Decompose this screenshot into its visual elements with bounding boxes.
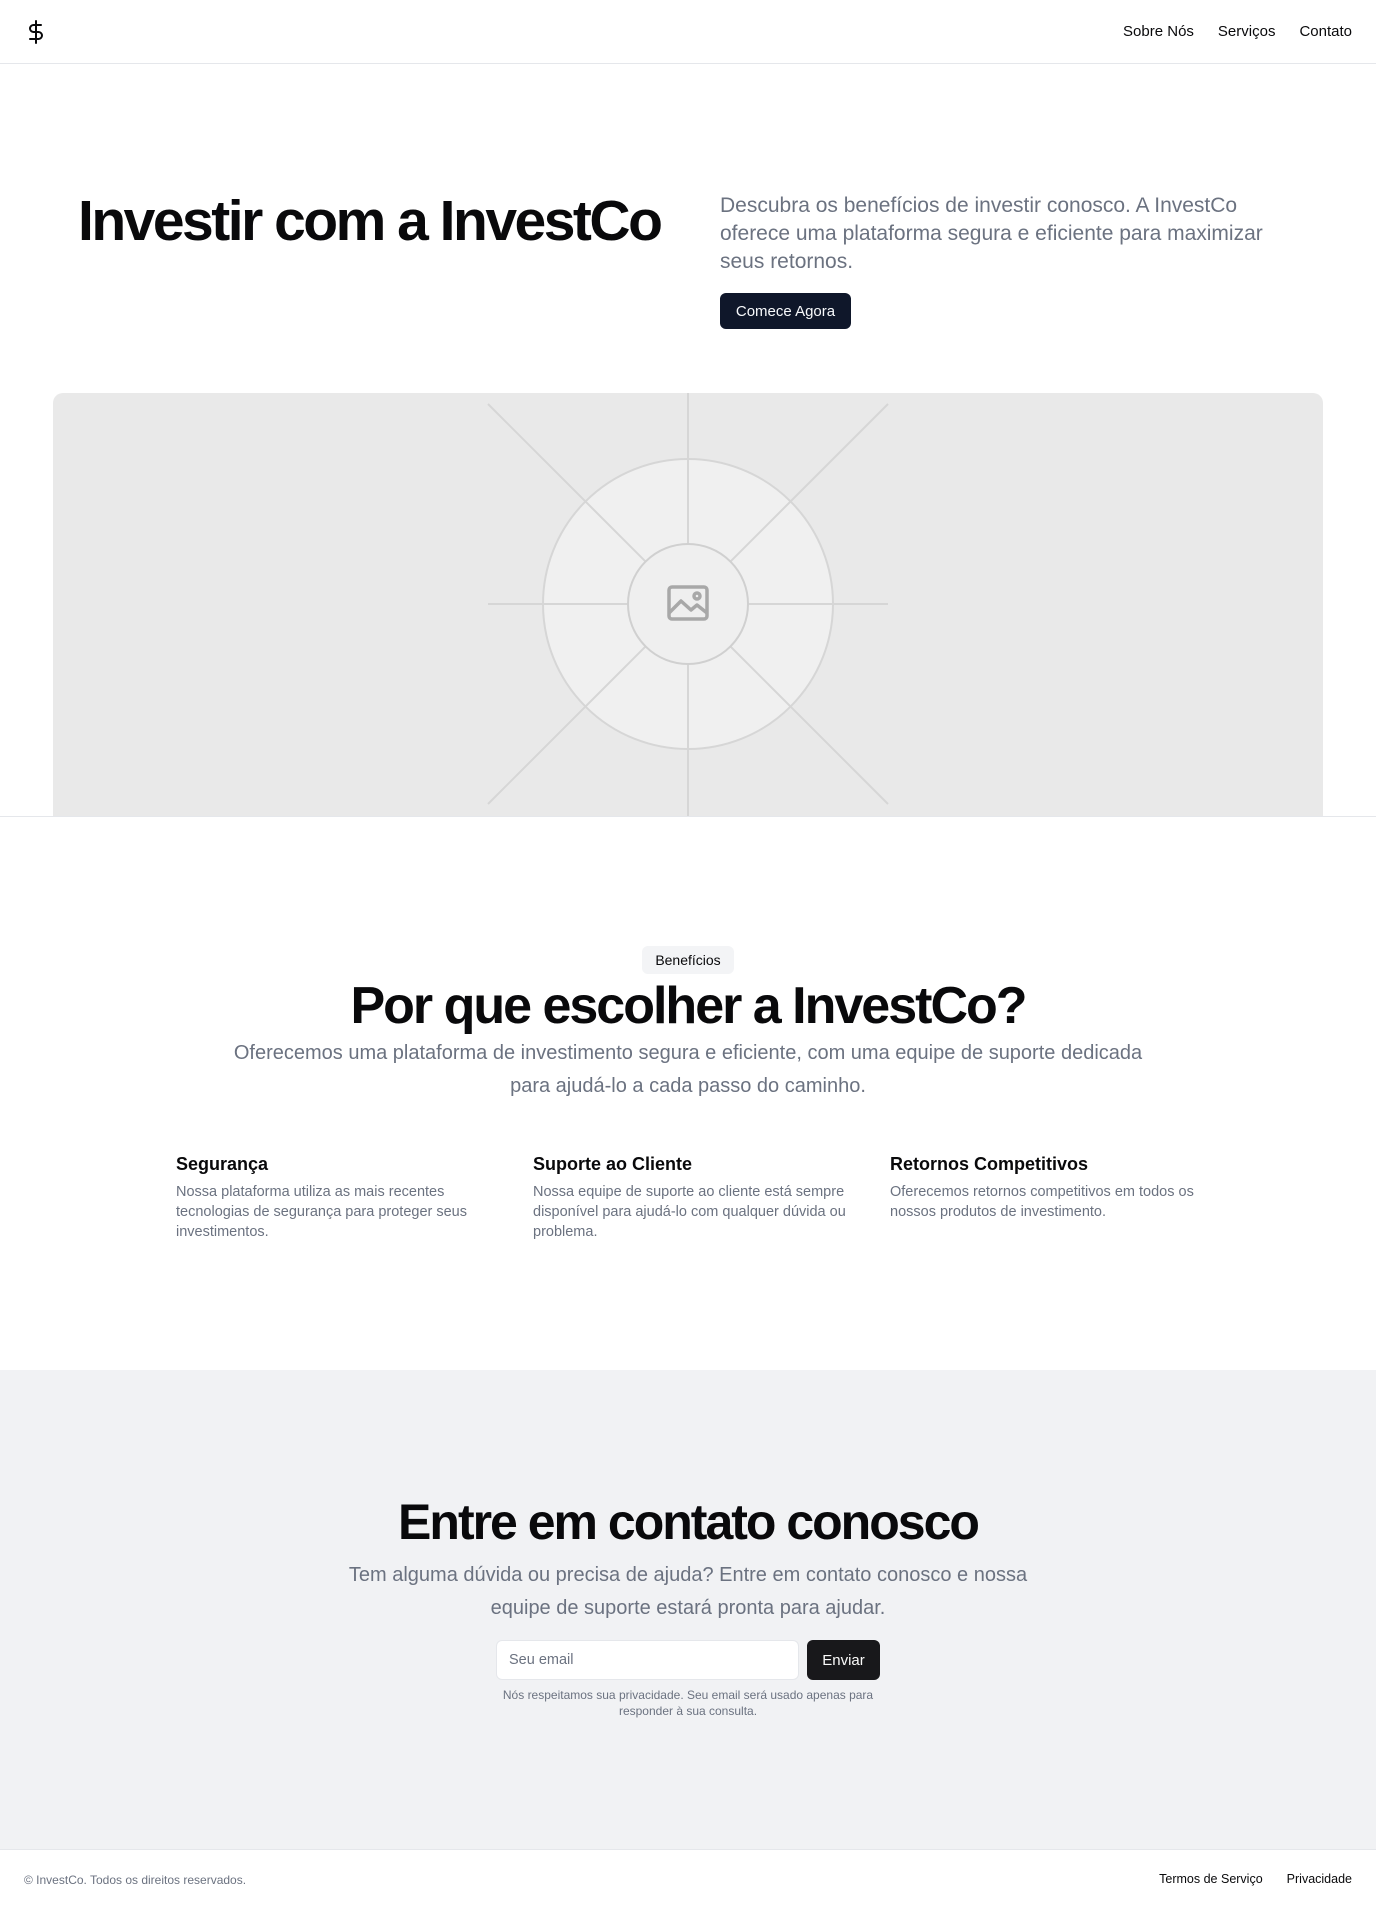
benefits-title: Por que escolher a InvestCo?	[350, 977, 1027, 1035]
feature-suporte: Suporte ao Cliente Nossa equipe de supor…	[533, 1152, 853, 1242]
email-field[interactable]	[496, 1640, 799, 1680]
feature-text: Oferecemos retornos competitivos em todo…	[890, 1184, 1194, 1220]
feature-retornos: Retornos Competitivos Oferecemos retorno…	[890, 1152, 1210, 1222]
benefits-badge: Benefícios	[642, 946, 734, 974]
footer-links: Termos de Serviço Privacidade	[1159, 1872, 1352, 1886]
privacy-note: Nós respeitamos sua privacidade. Seu ema…	[502, 1688, 874, 1718]
feature-title: Retornos Competitivos	[890, 1154, 1089, 1174]
feature-text: Nossa equipe de suporte ao cliente está …	[533, 1184, 846, 1240]
hero-title: Investir com a InvestCo	[78, 189, 663, 253]
site-header: Sobre Nós Serviços Contato	[0, 0, 1376, 64]
nav-link-servicos[interactable]: Serviços	[1218, 23, 1276, 40]
landing-page: Sobre Nós Serviços Contato Investir com …	[0, 0, 1376, 1912]
feature-title: Segurança	[176, 1154, 269, 1174]
send-button[interactable]: Enviar	[807, 1640, 880, 1680]
contact-title: Entre em contato conosco	[398, 1494, 980, 1550]
main-nav: Sobre Nós Serviços Contato	[1123, 23, 1352, 40]
contact-description: Tem alguma dúvida ou precisa de ajuda? E…	[348, 1564, 1028, 1619]
dollar-sign-icon	[29, 19, 43, 44]
nav-link-sobre-nos[interactable]: Sobre Nós	[1123, 23, 1194, 40]
nav-link-contato[interactable]: Contato	[1299, 23, 1352, 40]
placeholder-graphic	[487, 393, 889, 817]
feature-seguranca: Segurança Nossa plataforma utiliza as ma…	[176, 1152, 496, 1242]
feature-title: Suporte ao Cliente	[533, 1154, 693, 1174]
site-footer: © InvestCo. Todos os direitos reservados…	[0, 1849, 1376, 1912]
benefits-description: Oferecemos uma plataforma de investiment…	[233, 1042, 1143, 1097]
hero-description: Descubra os benefícios de investir conos…	[720, 194, 1263, 273]
copyright-text: © InvestCo. Todos os direitos reservados…	[24, 1873, 247, 1887]
get-started-button[interactable]: Comece Agora	[720, 293, 851, 329]
home-logo-link[interactable]	[24, 19, 48, 44]
hero-image-placeholder	[53, 393, 1323, 817]
privacy-link[interactable]: Privacidade	[1287, 1872, 1352, 1886]
terms-link[interactable]: Termos de Serviço	[1159, 1872, 1263, 1886]
section-divider	[0, 816, 1376, 817]
feature-text: Nossa plataforma utiliza as mais recente…	[176, 1184, 467, 1240]
